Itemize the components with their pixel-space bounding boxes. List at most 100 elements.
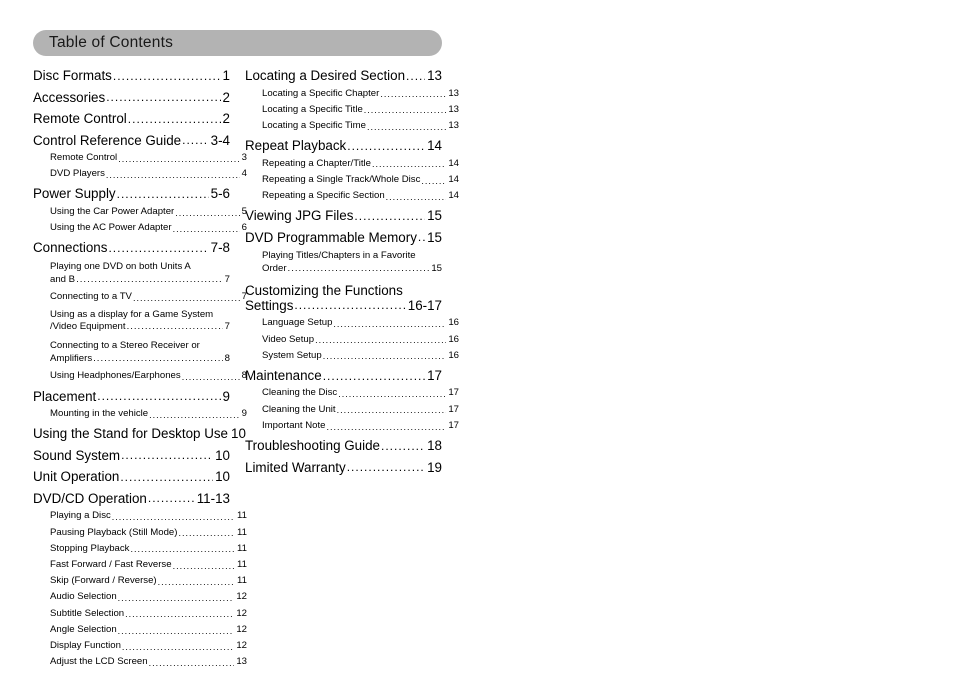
toc-leader-dots: ........................................…: [181, 371, 240, 382]
toc-entry[interactable]: Using as a display for a Game System/Vid…: [33, 309, 230, 335]
toc-entry[interactable]: Video Setup ............................…: [245, 333, 459, 346]
toc-leader-dots: ........................................…: [97, 390, 220, 404]
toc-page-number: 8: [224, 352, 230, 364]
toc-entry-label: Audio Selection: [50, 591, 117, 603]
table-of-contents-title: Table of Contents: [49, 34, 174, 51]
toc-entry[interactable]: Locating a Specific Chapter ............…: [245, 88, 459, 100]
toc-entry[interactable]: Using Headphones/Earphones .............…: [33, 371, 247, 382]
toc-entry[interactable]: Remote Control .........................…: [33, 111, 230, 126]
toc-entry-label: Locating a Specific Time: [262, 119, 366, 131]
toc-entry[interactable]: DVD/CD Operation........................…: [33, 491, 230, 506]
toc-page-number: 16-17: [407, 297, 442, 313]
toc-entry[interactable]: Playing a Disc..........................…: [33, 511, 247, 522]
toc-entry[interactable]: Locating a Desired Section .............…: [245, 68, 442, 83]
toc-entry[interactable]: DVD Players ............................…: [33, 168, 247, 180]
toc-entry[interactable]: Unit Operation .........................…: [33, 469, 230, 484]
toc-entry[interactable]: Fast Forward / Fast Reverse ............…: [33, 558, 247, 571]
toc-entry[interactable]: Cleaning the Disc ......................…: [245, 388, 459, 399]
toc-entry[interactable]: Maintenance.............................…: [245, 368, 442, 383]
toc-entry[interactable]: Using the AC Power Adapter .............…: [33, 222, 247, 234]
toc-page-number: 18: [427, 438, 442, 454]
toc-entry[interactable]: Adjust the LCD Screen ..................…: [33, 657, 247, 668]
toc-entry[interactable]: Pausing Playback (Still Mode) ..........…: [33, 527, 247, 539]
toc-entry[interactable]: Skip (Forward / Reverse) ...............…: [33, 575, 247, 587]
toc-entry[interactable]: Control Reference Guide ................…: [33, 133, 230, 148]
toc-leader-dots: ........................................…: [326, 421, 446, 432]
toc-entry-label: Using the AC Power Adapter: [50, 222, 172, 234]
toc-entry[interactable]: Power Supply............................…: [33, 186, 230, 201]
toc-page-number: 17: [448, 419, 459, 431]
toc-entry-label: Video Setup: [262, 333, 315, 345]
toc-leader-dots: ........................................…: [336, 405, 447, 416]
toc-entry[interactable]: Stopping Playback.......................…: [33, 542, 247, 555]
toc-entry-label: Customizing the Functions: [245, 282, 403, 298]
toc-entry[interactable]: DVD Programmable Memory ................…: [245, 230, 442, 245]
toc-entry[interactable]: Using the Car Power Adapter ............…: [33, 205, 247, 218]
toc-leader-dots: ........................................…: [315, 335, 446, 346]
toc-leader-dots: ........................................…: [172, 560, 235, 571]
toc-entry[interactable]: Customizing the Functions: [245, 283, 442, 298]
toc-entry[interactable]: Connections.............................…: [33, 240, 230, 255]
toc-entry[interactable]: Locating a Specific Time ...............…: [245, 119, 459, 132]
toc-entry[interactable]: Repeating a Single Track/Whole Disc.....…: [245, 173, 459, 186]
toc-entry[interactable]: Troubleshooting Guide ..................…: [245, 438, 442, 453]
toc-leader-dots: ........................................…: [346, 461, 425, 475]
toc-entry-label: Repeating a Single Track/Whole Disc: [262, 173, 421, 185]
toc-entry[interactable]: Repeating a Specific Section ...........…: [245, 190, 459, 202]
toc-entry-label: Mounting in the vehicle: [50, 408, 149, 420]
toc-entry-label: Playing Titles/Chapters in a Favorite: [262, 250, 416, 262]
toc-page-number: 10: [215, 469, 230, 485]
toc-entry-label: DVD Players: [50, 168, 105, 180]
toc-leader-dots: ........................................…: [322, 351, 447, 362]
toc-entry-label: Cleaning the Unit: [262, 403, 336, 415]
toc-page-number: 10: [231, 426, 246, 442]
toc-entry[interactable]: Connecting to a Stereo Receiver or Amplif…: [33, 340, 230, 366]
toc-leader-dots: ........................................…: [381, 439, 426, 453]
toc-entry-label: Adjust the LCD Screen: [50, 656, 148, 668]
toc-entry[interactable]: Locating a Specific Title ..............…: [245, 103, 459, 116]
toc-leader-dots: ........................................…: [385, 191, 447, 202]
toc-leader-dots: ........................................…: [347, 139, 426, 153]
toc-entry[interactable]: Audio Selection.........................…: [33, 592, 247, 603]
toc-leader-dots: ........................................…: [172, 223, 240, 234]
toc-entry[interactable]: Placement ..............................…: [33, 389, 230, 404]
toc-entry[interactable]: Repeating a Chapter/Title...............…: [245, 157, 459, 170]
toc-entry[interactable]: Viewing JPG Files.......................…: [245, 208, 442, 223]
toc-entry[interactable]: Mounting in the vehicle ................…: [33, 408, 247, 420]
toc-leader-dots: ........................................…: [112, 69, 221, 83]
toc-entry[interactable]: Language Setup .........................…: [245, 318, 459, 329]
toc-entry[interactable]: Disc Formats............................…: [33, 68, 230, 83]
toc-page-number: 16: [448, 333, 459, 345]
toc-entry-label: Unit Operation: [33, 469, 120, 485]
toc-page-number: 9: [222, 388, 230, 404]
toc-entry-label: Power Supply: [33, 186, 116, 202]
toc-entry-label: Settings: [245, 297, 294, 313]
toc-leader-dots: ........................................…: [111, 511, 235, 522]
toc-entry[interactable]: Playing one DVD on both Units Aand B....…: [33, 261, 230, 287]
toc-leader-dots: ........................................…: [178, 528, 235, 539]
toc-entry[interactable]: Limited Warranty .......................…: [245, 460, 442, 475]
toc-entry[interactable]: System Setup ...........................…: [245, 350, 459, 362]
toc-entry-label: Fast Forward / Fast Reverse: [50, 558, 172, 570]
toc-entry[interactable]: Subtitle Selection .....................…: [33, 608, 247, 620]
toc-page-number: 13: [448, 103, 459, 115]
toc-entry-label: Using the Car Power Adapter: [50, 205, 175, 217]
toc-entry[interactable]: Sound System ...........................…: [33, 448, 230, 463]
toc-entry[interactable]: Connecting to a TV .....................…: [33, 292, 247, 303]
toc-entry[interactable]: Display Function........................…: [33, 640, 247, 652]
toc-entry-label: Cleaning the Disc: [262, 387, 338, 399]
toc-page-number: 17: [448, 403, 459, 415]
toc-entry[interactable]: Angle Selection ........................…: [33, 624, 247, 636]
toc-entry[interactable]: Repeat Playback ........................…: [245, 138, 442, 153]
toc-entry[interactable]: Accessories ............................…: [33, 90, 230, 105]
toc-entry[interactable]: Settings ...............................…: [245, 298, 442, 313]
toc-entry[interactable]: Remote Control..........................…: [33, 152, 247, 164]
toc-leader-dots: ........................................…: [117, 625, 235, 636]
toc-entry[interactable]: Playing Titles/Chapters in a Favorite Ord…: [245, 250, 442, 276]
toc-entry[interactable]: Using the Stand for Desktop Use ........…: [33, 426, 246, 441]
toc-entry-label: Locating a Desired Section: [245, 68, 406, 83]
toc-entry[interactable]: Cleaning the Unit.......................…: [245, 403, 459, 416]
toc-page-number: 14: [448, 157, 459, 169]
toc-entry[interactable]: Important Note .........................…: [245, 419, 459, 432]
toc-entry-label: Stopping Playback: [50, 542, 130, 554]
